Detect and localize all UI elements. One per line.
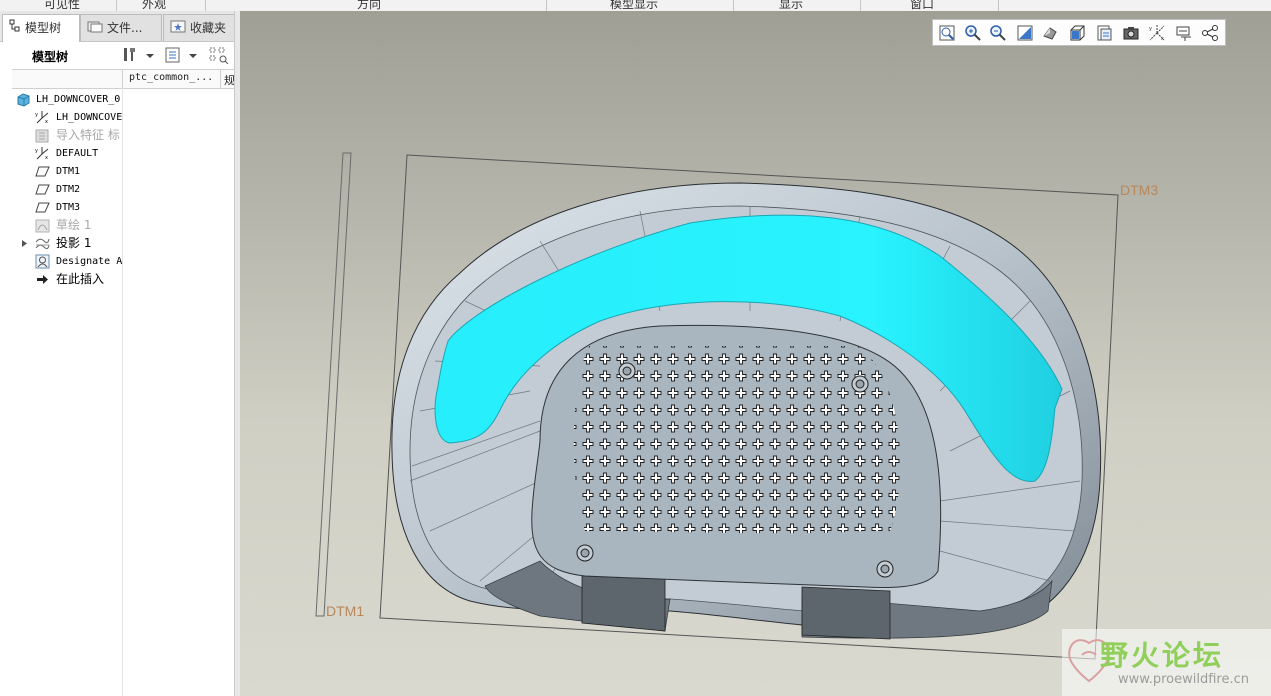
datum-plane-icon <box>35 182 50 197</box>
datum-plane-icon <box>35 164 50 179</box>
svg-text:y: y <box>1149 26 1152 32</box>
tree-node-part[interactable]: LH_DOWNCOVER_0 <box>12 91 122 108</box>
tree-node-dtm2[interactable]: DTM2 <box>12 181 122 198</box>
tree-node-sketch[interactable]: 草绘 1 <box>12 217 122 234</box>
chevron-down-icon[interactable] <box>188 46 198 64</box>
datum-plane-dtm1[interactable] <box>315 152 352 617</box>
show-list-icon[interactable] <box>164 46 182 64</box>
tree-toolbar: 模型树 <box>0 42 240 70</box>
tab-label: 模型树 <box>25 21 62 35</box>
view-manager-icon[interactable] <box>1095 24 1113 42</box>
svg-text:y: y <box>35 112 38 118</box>
datum-display-icon[interactable]: yx <box>1148 24 1166 42</box>
refit-icon[interactable] <box>938 24 956 42</box>
screw-boss <box>851 375 869 393</box>
tree-node-designate[interactable]: Designate A <box>12 253 122 270</box>
zoom-out-icon[interactable] <box>989 24 1007 42</box>
tree-node-label: 投影 1 <box>56 236 92 250</box>
tree-node-label: LH_DOWNCOVE <box>56 112 122 123</box>
csys-icon: yx <box>35 110 50 125</box>
tree-node-insert-here[interactable]: 在此插入 <box>12 271 122 288</box>
projection-icon <box>35 236 50 251</box>
tree-node-label: DTM2 <box>56 184 81 195</box>
datum-label-dtm1[interactable]: DTM1 <box>326 603 364 619</box>
expand-arrow-icon[interactable] <box>20 236 30 251</box>
svg-text:x: x <box>45 155 48 161</box>
column-header[interactable]: ptc_common_... <box>129 72 213 83</box>
spin-center-icon[interactable] <box>1201 24 1219 42</box>
settings-icon[interactable] <box>121 46 139 64</box>
tab-files[interactable]: 文件... <box>80 14 162 41</box>
repaint-icon[interactable] <box>1016 24 1034 42</box>
tab-model-tree[interactable]: 模型树 <box>2 14 80 42</box>
tab-favorites[interactable]: 收藏夹 <box>163 14 238 41</box>
graphics-viewport[interactable]: DTM3 DTM1 <box>240 11 1271 696</box>
svg-text:x: x <box>1161 36 1164 42</box>
folder-icon <box>87 16 103 42</box>
annotation-display-icon[interactable] <box>1175 24 1193 42</box>
tree-node-label: 草绘 1 <box>56 218 92 232</box>
cad-model-view: DTM3 DTM1 <box>315 152 1158 660</box>
sketch-icon <box>35 218 50 233</box>
model-tree: LH_DOWNCOVER_0 yx LH_DOWNCOVE 导入特征 标 yx … <box>12 88 234 696</box>
shading-icon[interactable] <box>1041 24 1059 42</box>
tree-node-label: DTM1 <box>56 166 81 177</box>
watermark-url: www.proewildfire.cn <box>1118 672 1249 687</box>
navigator-panel: 模型树 文件... 收藏夹 模型树 ptc_common_... 规 LH_DO… <box>0 11 241 696</box>
navigator-tabs: 模型树 文件... 收藏夹 <box>0 11 240 42</box>
tree-column-header: ptc_common_... 规 <box>12 69 235 89</box>
insert-here-arrow-icon <box>35 272 50 287</box>
tree-node-label: 导入特征 标 <box>56 128 120 142</box>
csys-icon: yx <box>35 146 50 161</box>
tree-node-projection[interactable]: 投影 1 <box>12 235 122 252</box>
part-icon <box>16 92 31 107</box>
tree-node-label: DEFAULT <box>56 148 99 159</box>
tab-label: 文件... <box>107 21 143 35</box>
tree-node-import-feature[interactable]: 导入特征 标 <box>12 127 122 144</box>
tree-node-default-csys[interactable]: yx DEFAULT <box>12 145 122 162</box>
designate-icon <box>35 254 50 269</box>
datum-plane-icon <box>35 200 50 215</box>
tree-node-label: Designate A <box>56 256 122 267</box>
tree-filter-icon[interactable] <box>209 46 229 65</box>
favorites-icon <box>170 16 186 42</box>
saved-views-icon[interactable] <box>1068 24 1086 42</box>
import-feature-icon <box>35 128 50 143</box>
tree-node-label: DTM3 <box>56 202 81 213</box>
watermark-title: 野火论坛 <box>1100 639 1225 672</box>
screw-boss <box>618 362 636 380</box>
camera-icon[interactable] <box>1122 24 1140 42</box>
screw-boss <box>876 560 894 578</box>
tree-node-dtm3[interactable]: DTM3 <box>12 199 122 216</box>
model-tree-icon <box>9 16 21 42</box>
tree-node-label: LH_DOWNCOVER_0 <box>36 94 121 105</box>
tree-title: 模型树 <box>32 50 69 64</box>
tree-node-csys[interactable]: yx LH_DOWNCOVE <box>12 109 122 126</box>
screw-boss <box>576 544 594 562</box>
datum-label-dtm3[interactable]: DTM3 <box>1120 182 1158 198</box>
tree-node-dtm1[interactable]: DTM1 <box>12 163 122 180</box>
tab-label: 收藏夹 <box>190 21 227 35</box>
view-toolbar: yx <box>932 19 1226 46</box>
svg-text:y: y <box>35 148 38 154</box>
chevron-down-icon[interactable] <box>145 46 155 64</box>
tree-node-label: 在此插入 <box>56 272 105 286</box>
zoom-in-icon[interactable] <box>964 24 982 42</box>
svg-text:x: x <box>45 119 48 125</box>
